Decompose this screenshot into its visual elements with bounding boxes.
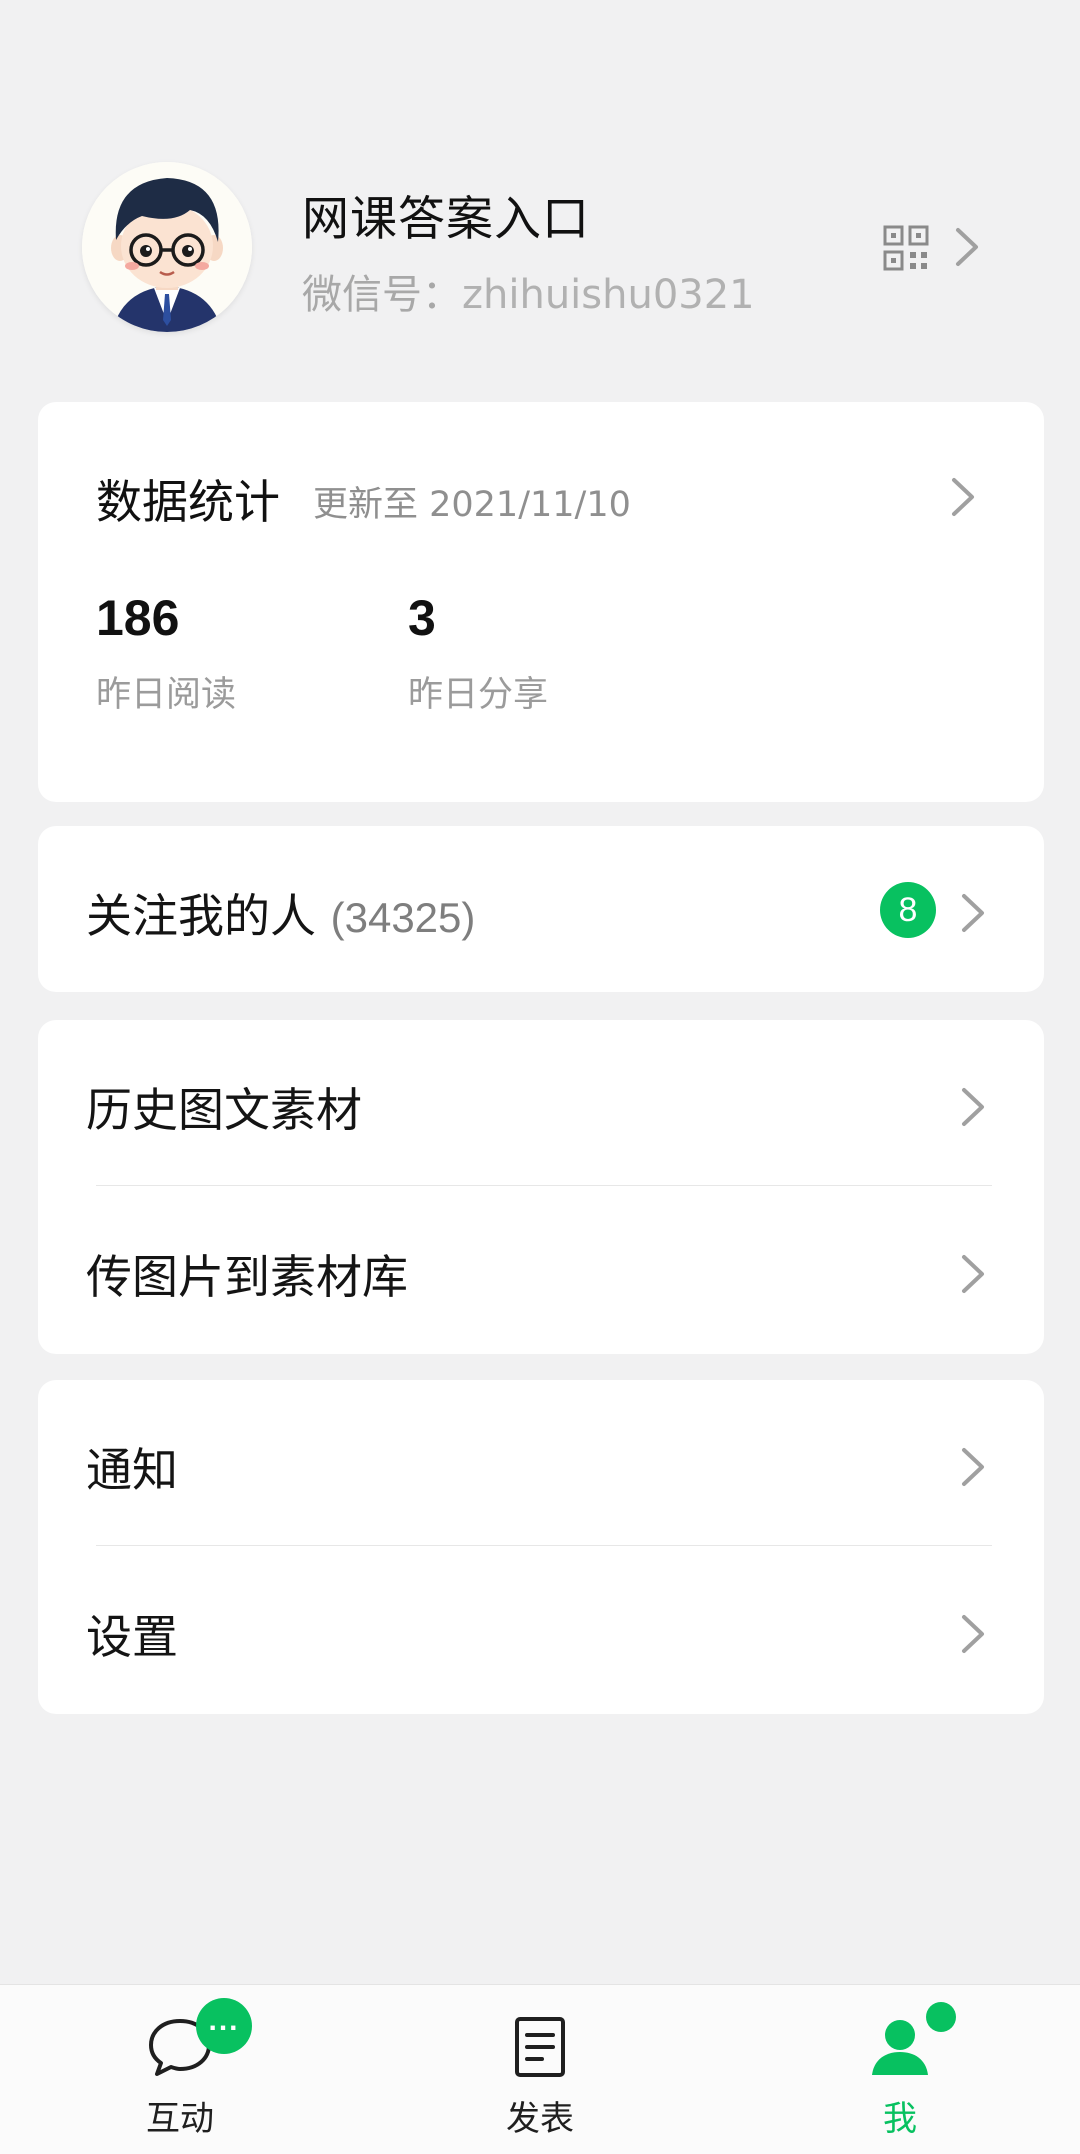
notification-dot (926, 2002, 956, 2032)
tab-me[interactable]: 我 (800, 1985, 1000, 2154)
tab-interactions[interactable]: 互动 (80, 1985, 280, 2154)
menu-item-label: 传图片到素材库 (86, 1250, 408, 1304)
followers-card[interactable]: 关注我的人 (34325) 8 (38, 826, 1044, 992)
chevron-right-icon (956, 1082, 990, 1132)
profile-name: 网课答案入口 (302, 192, 590, 247)
menu-item-label: 历史图文素材 (86, 1083, 362, 1137)
chevron-right-icon (956, 1609, 990, 1659)
menu-item-settings[interactable]: 设置 (38, 1547, 1044, 1713)
stat-label: 昨日阅读 (96, 675, 237, 715)
tab-label: 我 (883, 2099, 917, 2139)
menu-item-history-materials[interactable]: 历史图文素材 (38, 1020, 1044, 1186)
stats-card[interactable]: 数据统计 更新至 2021/11/10 186 昨日阅读 3 昨日分享 (38, 402, 1044, 802)
divider (96, 1545, 992, 1546)
menu-item-label: 通知 (86, 1443, 178, 1497)
chevron-right-icon (946, 472, 980, 522)
wechat-id-label: 微信号： (302, 272, 462, 318)
document-icon (512, 2015, 568, 2083)
materials-card: 历史图文素材 传图片到素材库 (38, 1020, 1044, 1354)
stat-value: 3 (408, 590, 436, 646)
followers-row[interactable]: 关注我的人 (34325) 8 (38, 826, 1044, 992)
tab-label: 互动 (146, 2099, 214, 2139)
menu-item-upload-images[interactable]: 传图片到素材库 (38, 1187, 1044, 1353)
wechat-id-value: zhihuishu0321 (462, 272, 755, 318)
stats-title: 数据统计 (96, 475, 280, 529)
followers-label: 关注我的人 (86, 889, 316, 943)
avatar[interactable] (82, 162, 252, 332)
profile-header[interactable]: 网课答案入口 微信号：zhihuishu0321 (0, 0, 1080, 390)
qr-code-icon[interactable] (882, 224, 930, 272)
tab-publish[interactable]: 发表 (440, 1985, 640, 2154)
bottom-tab-bar: 互动 发表 我 (0, 1984, 1080, 2154)
divider (96, 1185, 992, 1186)
stat-yesterday-shares: 3 昨日分享 (408, 590, 548, 717)
followers-label-line: 关注我的人 (34325) (86, 880, 475, 946)
menu-item-label: 设置 (86, 1610, 178, 1664)
new-followers-badge: 8 (880, 882, 936, 938)
chevron-right-icon[interactable] (950, 222, 984, 272)
chevron-right-icon (956, 1249, 990, 1299)
settings-card: 通知 设置 (38, 1380, 1044, 1714)
stat-label: 昨日分享 (408, 675, 549, 715)
stat-yesterday-reads: 186 昨日阅读 (96, 590, 236, 717)
chat-unread-badge: ... (196, 1998, 252, 2054)
chevron-right-icon (956, 1442, 990, 1492)
menu-item-notifications[interactable]: 通知 (38, 1380, 1044, 1546)
chevron-right-icon (956, 888, 990, 938)
avatar-illustration (82, 162, 252, 332)
stat-value: 186 (96, 590, 180, 646)
followers-count: (34325) (330, 894, 476, 941)
tab-label: 发表 (506, 2099, 574, 2139)
stats-update-time: 更新至 2021/11/10 (313, 485, 631, 525)
person-icon (868, 2015, 932, 2083)
wechat-id-line: 微信号：zhihuishu0321 (302, 262, 755, 320)
